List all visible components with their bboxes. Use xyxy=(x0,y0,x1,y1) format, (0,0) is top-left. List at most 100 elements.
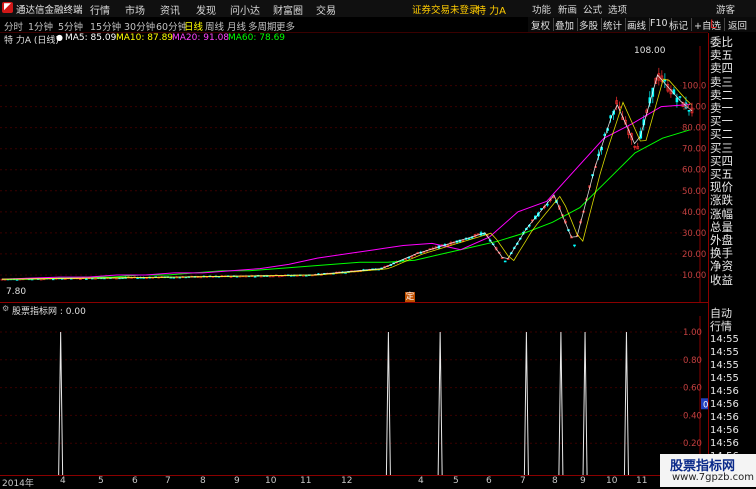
tab-1min[interactable]: 1分钟 xyxy=(28,19,53,33)
tab-15min[interactable]: 15分钟 xyxy=(90,19,121,33)
side-label: 收益 xyxy=(710,272,733,287)
candlestick-chart[interactable]: 100.0 90.00 80.00 70.00 60.00 50.00 40.00 30.00… xyxy=(0,46,708,302)
quote-side-panel: L 委比 卖五 卖四 卖三 卖二 卖一 买一 买二 买三 买四 买五 现价 涨跌 涨幅 总量 外盘 换手 净资 收益自… xyxy=(708,18,756,475)
time-axis-label: 11 xyxy=(636,476,648,486)
ma60-value: MA60: 78.69 xyxy=(228,33,286,43)
candle-body xyxy=(277,275,281,278)
side-label: 卖二 xyxy=(710,87,733,102)
side-lower-item: 14:56 xyxy=(710,412,739,423)
side-marker-label: L xyxy=(710,17,717,31)
side-lower-item: 14:55 xyxy=(710,347,739,358)
time-axis-label: 7 xyxy=(165,476,171,486)
side-lower-item: 14:55 xyxy=(710,334,739,345)
guest-user[interactable]: 游客 xyxy=(716,2,735,16)
side-lower-item: 14:55 xyxy=(710,360,739,371)
tab-monthly[interactable]: 月线 xyxy=(227,19,246,33)
candle-body xyxy=(467,238,471,240)
time-axis-label: 8 xyxy=(200,476,206,486)
side-label: 总量 xyxy=(710,219,733,234)
tab-multi-period[interactable]: 多周期 xyxy=(248,19,277,33)
side-label: 外盘 xyxy=(710,233,733,247)
indicator-spike xyxy=(623,331,629,475)
time-axis-label: 6 xyxy=(132,476,138,486)
settings-icon[interactable]: ⚙ xyxy=(2,304,9,313)
tab-intraday[interactable]: 分时 xyxy=(4,19,23,33)
time-axis-label: 5 xyxy=(453,476,459,486)
login-status[interactable]: 证券交易未登录 xyxy=(412,2,479,16)
side-lower-item: 14:55 xyxy=(710,373,739,384)
watermark-logo: 股票指标网 www.7gpzb.com xyxy=(660,454,756,487)
time-axis-label: 7 xyxy=(520,476,526,486)
side-label: 净资 xyxy=(710,259,733,274)
menu-trade[interactable]: 交易 xyxy=(316,2,336,17)
multi-stock-button[interactable]: 多股 xyxy=(579,18,603,32)
menu-news[interactable]: 资讯 xyxy=(160,2,180,17)
price-max-label: 108.00 xyxy=(634,46,666,56)
time-axis-label: 8 xyxy=(552,476,558,486)
tab-30min[interactable]: 30分钟 xyxy=(124,19,155,33)
time-axis-label: 4 xyxy=(60,476,66,486)
side-label: 委比 xyxy=(710,35,733,49)
stats-button[interactable]: 统计 xyxy=(603,18,627,32)
ma20-value: MA20: 91.08 xyxy=(172,33,230,43)
candle-body xyxy=(663,79,667,82)
ma10-value: MA10: 87.89 xyxy=(116,33,174,43)
tab-5min[interactable]: 5分钟 xyxy=(58,19,83,33)
side-lower-item: 14:56 xyxy=(710,425,739,436)
menu-discover[interactable]: 发现 xyxy=(196,2,216,17)
menu-wealth[interactable]: 财富圈 xyxy=(273,2,303,17)
price-min-label: 7.80 xyxy=(6,287,27,297)
tab-60min[interactable]: 60分钟 xyxy=(156,19,187,33)
price-axis-label: 40.00 xyxy=(682,208,706,218)
ma5-value: MA5: 85.09 xyxy=(65,33,117,43)
price-axis-label: 80.00 xyxy=(682,124,706,134)
overlay-button[interactable]: 叠加 xyxy=(555,18,579,32)
tab-more[interactable]: 更多 xyxy=(276,19,295,33)
menu-formula[interactable]: 公式 xyxy=(583,2,602,16)
adjust-button[interactable]: 复权 xyxy=(531,18,555,32)
app-logo-icon: ◤ xyxy=(2,2,13,13)
chart-stock-title: 特 力A (日线) xyxy=(4,36,59,46)
ma-legend: 特 力A (日线) ● MA5: 85.09 MA10: 87.89 MA20:… xyxy=(0,33,520,46)
side-label: 卖一 xyxy=(710,101,733,115)
draw-line-button[interactable]: 画线 xyxy=(627,18,651,32)
indicator-axis-label: 0.60 xyxy=(683,384,702,394)
price-axis-label: 10.00 xyxy=(682,271,706,281)
time-axis-label: 12 xyxy=(341,476,353,486)
time-axis: 2014年456789101112456789101112 xyxy=(0,475,756,489)
side-label: 现价 xyxy=(710,180,733,195)
candle-body xyxy=(85,278,88,280)
menu-new-draw[interactable]: 新画 xyxy=(558,2,577,16)
price-axis-label: 50.00 xyxy=(682,187,706,197)
price-axis-label: 20.00 xyxy=(682,250,706,260)
ma-line-ma10 xyxy=(2,78,693,280)
indicator-axis-label: 0.40 xyxy=(683,411,702,421)
indicator-spike xyxy=(558,331,564,475)
tab-weekly[interactable]: 周线 xyxy=(205,19,224,33)
side-label: 买四 xyxy=(710,153,733,168)
candle-body xyxy=(573,244,576,247)
indicator-spike xyxy=(523,331,529,475)
menu-ask[interactable]: 问小达 xyxy=(230,2,260,17)
price-axis-label: 30.00 xyxy=(682,229,706,239)
gear-icon[interactable]: ● xyxy=(56,33,63,42)
side-label: 买三 xyxy=(710,140,733,155)
tab-daily[interactable]: 日线 xyxy=(184,19,203,33)
mark-button[interactable]: 标记 xyxy=(669,18,693,32)
side-label: 卖三 xyxy=(710,74,733,89)
side-label: 换手 xyxy=(710,246,733,261)
menu-market[interactable]: 市场 xyxy=(125,2,145,17)
menu-function[interactable]: 功能 xyxy=(532,2,551,16)
ma-line-ma20 xyxy=(1,104,691,280)
indicator-spike xyxy=(385,331,391,475)
side-lower-item: 自动 xyxy=(710,307,732,320)
chart-toolbar: 复权 叠加 多股 统计 画线 F10 标记 +自选 返回 xyxy=(528,17,756,32)
price-axis-label: 90.00 xyxy=(682,103,706,113)
indicator-chart[interactable]: 1.000.800.600.400.200.48 xyxy=(0,316,708,475)
side-lower-item: 行情 xyxy=(710,320,732,333)
ma-line-ma5 xyxy=(1,74,693,280)
menu-quotes[interactable]: 行情 xyxy=(90,2,110,17)
back-button[interactable]: 返回 xyxy=(728,18,750,32)
app-title: 通达信金融终端 xyxy=(16,5,83,16)
menu-options[interactable]: 选项 xyxy=(608,2,627,16)
